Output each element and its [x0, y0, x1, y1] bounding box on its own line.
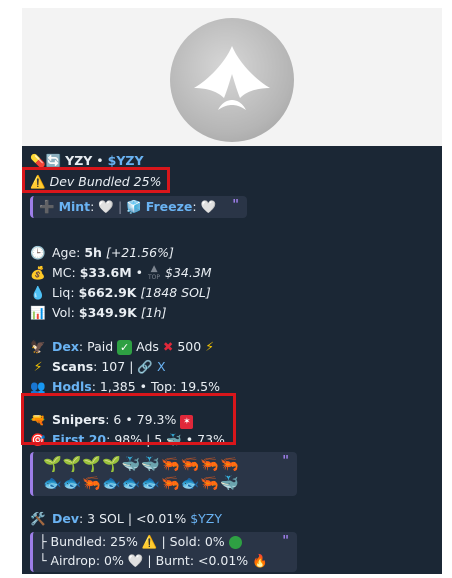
token-ticker-link[interactable]: $YZY [108, 153, 144, 168]
green-circle-icon [228, 536, 242, 549]
mc-top: $34.3M [165, 265, 212, 280]
vol-line: 📊 Vol: $349.9K [1h] [30, 305, 167, 320]
white-heart-icon: 🤍 [127, 553, 144, 568]
highlight-snipers [21, 393, 236, 445]
freeze-label[interactable]: Freeze [146, 199, 193, 214]
dex-line: 🦅 Dex: Paid ✓ Ads ✖ 500 ⚡ [30, 339, 214, 355]
mc-value: $33.6M [79, 265, 132, 280]
warning-icon: ⚠️ [141, 534, 158, 549]
token-banner [22, 8, 442, 146]
quote-icon: " [232, 198, 239, 213]
scans-line: ⚡ Scans: 107 | 🔗 X [30, 358, 166, 376]
dev-line: 🛠️ Dev: 3 SOL | <0.01% $YZY [30, 511, 222, 526]
dev-details-quote: ├ Bundled: 25% ⚠️ | Sold: 0% └ Airdrop: … [30, 532, 297, 572]
token-name: YZY [65, 153, 93, 168]
plus-icon: ➕ [39, 199, 55, 214]
dev-ticker-link[interactable]: $YZY [190, 511, 222, 526]
mint-freeze-quote: ➕ Mint: 🤍 | 🧊 Freeze: 🤍 " [30, 196, 247, 218]
fire-icon: 🔥 [252, 553, 268, 568]
scans-label: Scans [51, 359, 94, 374]
liq-line: 💧 Liq: $662.9K [1848 SOL] [30, 285, 211, 300]
check-icon: ✓ [117, 340, 133, 355]
refresh-icon: 🔄 [45, 153, 62, 168]
money-bag-icon: 💰 [30, 265, 46, 280]
message-card: 💊🔄 YZY • $YZY ⚠️ Dev Bundled 25% ➕ Mint:… [22, 8, 442, 574]
age-value: 5h [84, 245, 102, 260]
age-line: 🕒 Age: 5h [+21.56%] [30, 245, 174, 260]
top-arrow-icon: ▲ TOP [148, 264, 161, 282]
liq-sol: [1848 SOL] [140, 285, 211, 300]
bundled-line: ├ Bundled: 25% ⚠️ | Sold: 0% [39, 533, 242, 551]
holders-row-2: 🐟🐟🦐🐟🐟🐟🦐🐟🦐🐳 [43, 474, 240, 492]
holders-emoji-quote: 🌱🌱🌱🌱🐳🐳🦐🦐🦐🦐 🐟🐟🦐🐟🐟🐟🦐🐟🦐🐳 " [30, 452, 297, 496]
bar-chart-icon: 📊 [30, 305, 46, 320]
tools-icon: 🛠️ [30, 511, 46, 526]
mint-value: 🤍 [98, 199, 114, 214]
dex-link[interactable]: Dex [52, 339, 79, 354]
vol-period: [1h] [140, 305, 167, 320]
zap-icon: ⚡ [33, 359, 43, 374]
mc-line: 💰 MC: $33.6M • ▲ TOP $34.3M [30, 264, 212, 282]
quote-icon: " [282, 454, 289, 469]
pill-icon: 💊 [30, 153, 46, 168]
lightning-icon: ⚡ [205, 339, 214, 354]
token-logo [170, 18, 294, 142]
hodls-link[interactable]: Hodls [52, 379, 92, 394]
cross-icon: ✖ [162, 339, 174, 354]
airdrop-line: └ Airdrop: 0% 🤍 | Burnt: <0.01% 🔥 [39, 553, 268, 568]
vol-value: $349.9K [78, 305, 137, 320]
mint-label[interactable]: Mint [59, 199, 91, 214]
age-change: [+21.56%] [105, 245, 174, 260]
quote-icon: " [282, 534, 289, 549]
holders-row-1: 🌱🌱🌱🌱🐳🐳🦐🦐🦐🦐 [43, 455, 240, 473]
link-icon: 🔗 [137, 359, 153, 374]
bot-message: 💊🔄 YZY • $YZY ⚠️ Dev Bundled 25% ➕ Mint:… [22, 146, 442, 574]
liq-value: $662.9K [78, 285, 137, 300]
highlight-dev-bundled [22, 167, 170, 193]
clock-icon: 🕒 [30, 245, 46, 260]
eagle-icon: 🦅 [30, 339, 46, 354]
ice-icon: 🧊 [126, 199, 142, 214]
droplet-icon: 💧 [30, 285, 46, 300]
x-link[interactable]: X [157, 359, 166, 374]
dev-link[interactable]: Dev [52, 511, 79, 526]
freeze-value: 🤍 [200, 199, 217, 214]
